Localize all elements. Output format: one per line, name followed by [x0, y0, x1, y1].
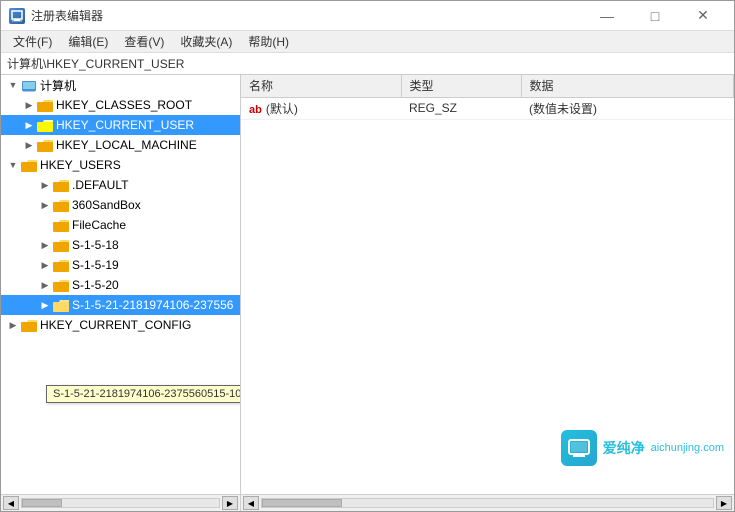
- watermark-site: aichunjing.com: [651, 442, 724, 454]
- bottom-scroll-area: ◀ ▶ ◀ ▶: [1, 494, 734, 511]
- tree-scroll-thumb: [22, 499, 62, 507]
- cell-name: ab(默认): [241, 97, 401, 119]
- folder-icon-filecache: [53, 218, 69, 232]
- main-content: ▼ 计算机 ▶ HKEY_CLASSES_ROOT: [1, 75, 734, 494]
- watermark: 爱纯净 aichunjing.com: [561, 430, 724, 466]
- watermark-icon: [561, 430, 597, 466]
- folder-icon-s-1-5-18: [53, 238, 69, 252]
- tree-label-classes-root: HKEY_CLASSES_ROOT: [56, 98, 192, 112]
- tree-label-s-1-5-19: S-1-5-19: [72, 258, 119, 272]
- window-controls: — □ ✕: [584, 1, 726, 31]
- tree-item-filecache[interactable]: ▶ FileCache: [1, 215, 240, 235]
- watermark-text: 爱纯净: [603, 438, 645, 458]
- right-scroll-thumb: [262, 499, 342, 507]
- tree-item-s-1-5-19[interactable]: ▶ S-1-5-19: [1, 255, 240, 275]
- expand-icon-classes-root[interactable]: ▶: [21, 97, 37, 113]
- window-title: 注册表编辑器: [31, 7, 103, 24]
- expand-icon-users[interactable]: ▼: [5, 157, 21, 173]
- tree-label-default: .DEFAULT: [72, 178, 128, 192]
- table-row[interactable]: ab(默认)REG_SZ(数值未设置): [241, 97, 734, 119]
- right-scroll-track[interactable]: [261, 498, 714, 508]
- expand-icon-360sandbox[interactable]: ▶: [37, 197, 53, 213]
- tree-label-users: HKEY_USERS: [40, 158, 121, 172]
- folder-icon-default: [53, 178, 69, 192]
- scroll-right-arrow[interactable]: ▶: [222, 496, 238, 510]
- tree-item-hkey-local-machine[interactable]: ▶ HKEY_LOCAL_MACHINE: [1, 135, 240, 155]
- tree-scroll-track[interactable]: [21, 498, 220, 508]
- menu-bar: 文件(F) 编辑(E) 查看(V) 收藏夹(A) 帮助(H): [1, 31, 734, 53]
- folder-icon-360sandbox: [53, 198, 69, 212]
- tree-label-filecache: FileCache: [72, 218, 126, 232]
- tree-item-s-1-5-18[interactable]: ▶ S-1-5-18: [1, 235, 240, 255]
- registry-editor-window: 注册表编辑器 — □ ✕ 文件(F) 编辑(E) 查看(V) 收藏夹(A) 帮助…: [0, 0, 735, 512]
- folder-icon-current-user: [37, 118, 53, 132]
- title-bar: 注册表编辑器 — □ ✕: [1, 1, 734, 31]
- app-icon: [9, 8, 25, 24]
- address-bar: 计算机\HKEY_CURRENT_USER: [1, 53, 734, 75]
- menu-file[interactable]: 文件(F): [5, 31, 60, 52]
- menu-view[interactable]: 查看(V): [116, 31, 172, 52]
- expand-icon-s-1-5-18[interactable]: ▶: [37, 237, 53, 253]
- expand-icon-default[interactable]: ▶: [37, 177, 53, 193]
- tree-item-s-1-5-21-short[interactable]: ▶ S-1-5-21-2181974106-237556: [1, 295, 240, 315]
- expand-icon-computer[interactable]: ▼: [5, 77, 21, 93]
- folder-icon-classes-root: [37, 98, 53, 112]
- right-scroll-right-arrow[interactable]: ▶: [716, 496, 732, 510]
- menu-help[interactable]: 帮助(H): [240, 31, 297, 52]
- tree-item-default[interactable]: ▶ .DEFAULT: [1, 175, 240, 195]
- cell-type: REG_SZ: [401, 97, 521, 119]
- computer-icon: [21, 78, 37, 92]
- tree-panel[interactable]: ▼ 计算机 ▶ HKEY_CLASSES_ROOT: [1, 75, 241, 494]
- close-button[interactable]: ✕: [680, 1, 726, 31]
- tree-item-computer[interactable]: ▼ 计算机: [1, 75, 240, 95]
- maximize-button[interactable]: □: [632, 1, 678, 31]
- tree-label-s-1-5-20: S-1-5-20: [72, 278, 119, 292]
- tree-label-current-config: HKEY_CURRENT_CONFIG: [40, 318, 191, 332]
- tree-scroll-bar[interactable]: ◀ ▶: [1, 495, 241, 511]
- scroll-left-arrow[interactable]: ◀: [3, 496, 19, 510]
- tree-label-computer: 计算机: [40, 77, 76, 94]
- folder-icon-s-1-5-21: [53, 298, 69, 312]
- tree-item-s-1-5-20[interactable]: ▶ S-1-5-20: [1, 275, 240, 295]
- tree-item-hkey-classes-root[interactable]: ▶ HKEY_CLASSES_ROOT: [1, 95, 240, 115]
- col-header-data[interactable]: 数据: [521, 75, 734, 97]
- tree-item-hkey-current-user[interactable]: ▶ HKEY_CURRENT_USER: [1, 115, 240, 135]
- expand-icon-s-1-5-20[interactable]: ▶: [37, 277, 53, 293]
- col-header-type[interactable]: 类型: [401, 75, 521, 97]
- right-scroll-left-arrow[interactable]: ◀: [243, 496, 259, 510]
- tooltip: S-1-5-21-2181974106-2375560515-103512274…: [46, 385, 241, 403]
- tree-label-s-1-5-21-short: S-1-5-21-2181974106-237556: [72, 298, 233, 312]
- tree-label-360sandbox: 360SandBox: [72, 198, 141, 212]
- cell-data: (数值未设置): [521, 97, 734, 119]
- registry-table: 名称 类型 数据 ab(默认)REG_SZ(数值未设置): [241, 75, 734, 120]
- expand-icon-current-config[interactable]: ▶: [5, 317, 21, 333]
- tree-item-hkey-current-config[interactable]: ▶ HKEY_CURRENT_CONFIG: [1, 315, 240, 335]
- folder-icon-users: [21, 158, 37, 172]
- menu-edit[interactable]: 编辑(E): [60, 31, 116, 52]
- col-header-name[interactable]: 名称: [241, 75, 401, 97]
- folder-icon-s-1-5-20: [53, 278, 69, 292]
- folder-icon-current-config: [21, 318, 37, 332]
- folder-icon-local-machine: [37, 138, 53, 152]
- right-scroll-bar[interactable]: ◀ ▶: [241, 495, 734, 511]
- address-label: 计算机\HKEY_CURRENT_USER: [7, 55, 184, 72]
- tree-label-s-1-5-18: S-1-5-18: [72, 238, 119, 252]
- expand-icon-s-1-5-21[interactable]: ▶: [37, 297, 53, 313]
- tree-label-local-machine: HKEY_LOCAL_MACHINE: [56, 138, 197, 152]
- minimize-button[interactable]: —: [584, 1, 630, 31]
- menu-favorites[interactable]: 收藏夹(A): [172, 31, 240, 52]
- expand-icon-current-user[interactable]: ▶: [21, 117, 37, 133]
- expand-icon-s-1-5-19[interactable]: ▶: [37, 257, 53, 273]
- expand-icon-local-machine[interactable]: ▶: [21, 137, 37, 153]
- folder-icon-s-1-5-19: [53, 258, 69, 272]
- tree-item-360sandbox[interactable]: ▶ 360SandBox: [1, 195, 240, 215]
- tree-label-current-user: HKEY_CURRENT_USER: [56, 118, 194, 132]
- tree-item-hkey-users[interactable]: ▼ HKEY_USERS: [1, 155, 240, 175]
- title-bar-left: 注册表编辑器: [9, 7, 103, 24]
